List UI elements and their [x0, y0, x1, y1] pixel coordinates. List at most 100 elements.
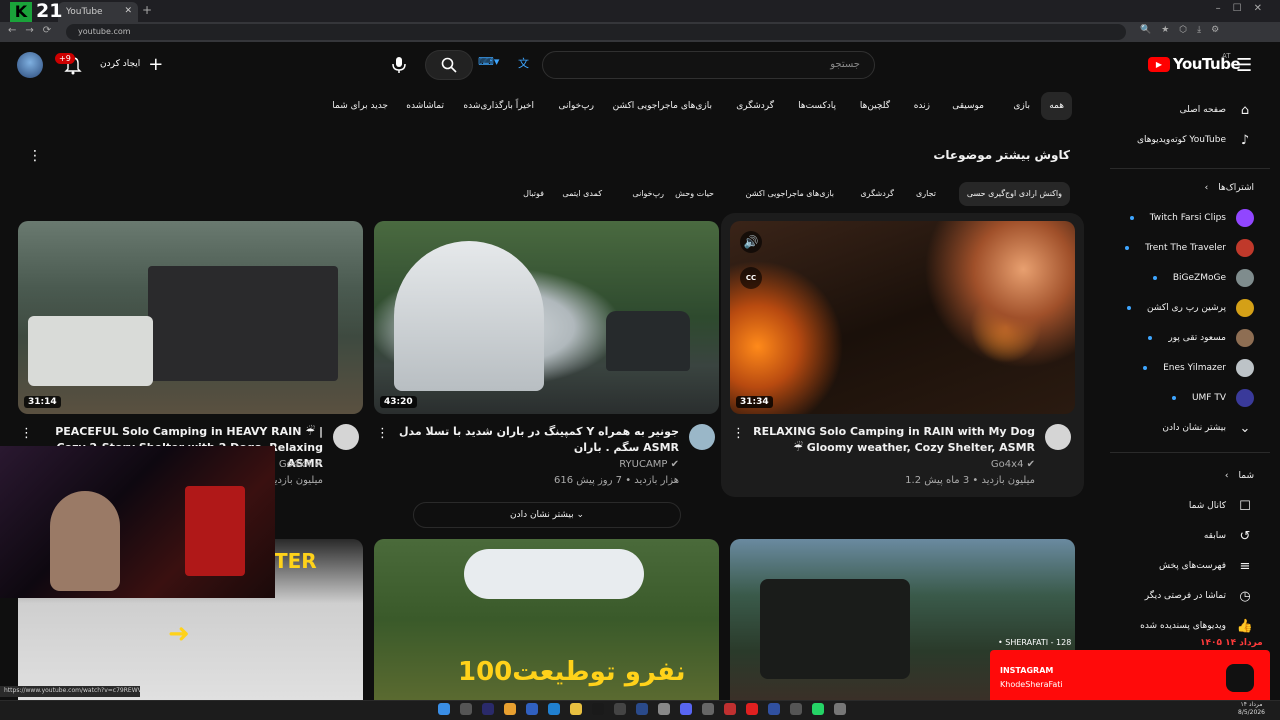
video-thumbnail[interactable]: 31:14: [18, 221, 363, 414]
show-more-button[interactable]: بیشتر نشان دادن ⌄: [413, 502, 681, 528]
chip[interactable]: پادکست‌ها: [790, 92, 844, 120]
windows-start-icon[interactable]: [438, 703, 450, 715]
sidebar-item-watch-later[interactable]: تماشا در فرصتی دیگر ◷: [1145, 584, 1254, 608]
app-icon[interactable]: [790, 703, 802, 715]
app-icon[interactable]: [834, 703, 846, 715]
clock-date: 8/5/2026: [1238, 709, 1265, 716]
chip[interactable]: رپ‌خوانی: [550, 92, 602, 120]
sidebar-item-home[interactable]: صفحه اصلی ⌂: [1180, 98, 1254, 122]
video-title[interactable]: کمپینگ در باران شدید با تسلا مدل Y جونیر…: [389, 424, 679, 456]
chrome-icon[interactable]: [504, 703, 516, 715]
topic-chips: واکنش ارادی اوج‌گیری حسی تجاری گردشگری ب…: [500, 182, 1070, 206]
topic-chip[interactable]: رپ‌خوانی: [624, 182, 672, 206]
chip[interactable]: بازی: [1005, 92, 1038, 120]
video-thumbnail[interactable]: 43:20: [374, 221, 719, 414]
sidebar-item-subscription[interactable]: مسعود تقی پور: [1148, 326, 1254, 350]
video-thumbnail[interactable]: 🔊 CC 31:34: [730, 221, 1075, 414]
topic-chip[interactable]: کمدی ایتمی: [554, 182, 610, 206]
chip[interactable]: بازی‌های ماجراجویی اکشن: [605, 92, 720, 120]
channel-name[interactable]: RYUCAMP ✔: [619, 459, 679, 470]
folder-icon[interactable]: [570, 703, 582, 715]
browser-nav-icons[interactable]: ←→⟳: [8, 25, 60, 36]
chip[interactable]: گلچین‌ها: [852, 92, 898, 120]
topic-chip[interactable]: حیات وحش: [667, 182, 722, 206]
premiere-icon[interactable]: [482, 703, 494, 715]
video-card[interactable]: 🔊 CC 31:34 RELAXING Solo Camping in RAIN…: [730, 221, 1075, 486]
browser-tab[interactable]: YouTube ✕: [58, 2, 138, 22]
topic-chip[interactable]: بازی‌های ماجراجویی اکشن: [738, 182, 842, 206]
chip[interactable]: اخیراً بارگذاری‌شده: [455, 92, 542, 120]
whatsapp-icon[interactable]: [812, 703, 824, 715]
topic-chip[interactable]: فوتبال: [515, 182, 552, 206]
chip[interactable]: گردشگری: [728, 92, 782, 120]
sidebar-item-liked[interactable]: ویدیوهای پسندیده شده 👍: [1140, 614, 1254, 638]
channel-name[interactable]: Go4x4 ✔: [279, 459, 323, 470]
channel-avatar[interactable]: [689, 424, 715, 450]
channel-avatar: [1236, 209, 1254, 227]
channel-avatar[interactable]: [333, 424, 359, 450]
channel-name[interactable]: Go4x4 ✔: [991, 459, 1035, 470]
discord-icon[interactable]: [680, 703, 692, 715]
captions-icon[interactable]: CC: [740, 267, 762, 289]
topic-chip[interactable]: واکنش ارادی اوج‌گیری حسی: [958, 182, 1070, 206]
taskbar-clock[interactable]: ۱۴ مرداد 8/5/2026: [1238, 701, 1265, 717]
app-icon[interactable]: [548, 703, 560, 715]
subscriptions-header[interactable]: ‹ اشتراک‌ها: [1205, 176, 1254, 200]
keyboard-language-icon[interactable]: ⌨▾: [478, 55, 506, 75]
video-card[interactable]: 43:20 کمپینگ در باران شدید با تسلا مدل Y…: [374, 221, 719, 486]
sidebar-item-subscription[interactable]: UMF TV: [1171, 386, 1254, 410]
search-icon[interactable]: [460, 703, 472, 715]
voice-search-button[interactable]: [386, 52, 412, 78]
sidebar-item-history[interactable]: سابقه ↺: [1204, 524, 1254, 548]
browser-extension-icons[interactable]: 🔍★⬡⤓⚙: [1140, 25, 1229, 35]
more-vert-icon[interactable]: ⋮: [20, 426, 33, 441]
app-icon[interactable]: [526, 703, 538, 715]
translate-icon[interactable]: 文: [518, 55, 540, 75]
more-vert-icon[interactable]: ⋮: [732, 426, 745, 441]
sidebar-item-subscription[interactable]: Trent The Traveler: [1125, 236, 1254, 260]
chip-all[interactable]: همه: [1041, 92, 1072, 120]
topic-chip[interactable]: تجاری: [908, 182, 944, 206]
create-button[interactable]: ایجاد کردن +: [100, 52, 163, 76]
video-thumbnail[interactable]: 100نفرو توطیعت: [374, 539, 719, 700]
sidebar-item-subscription[interactable]: Enes Yilmazer: [1143, 356, 1254, 380]
window-controls[interactable]: –☐✕: [1216, 3, 1274, 14]
volume-icon[interactable]: 🔊: [740, 231, 762, 253]
new-tab-icon[interactable]: +: [142, 3, 152, 17]
youtube-icon[interactable]: [746, 703, 758, 715]
chip[interactable]: موسیقی: [944, 92, 992, 120]
app-icon[interactable]: [592, 703, 604, 715]
video-card[interactable]: 31:14 PEACEFUL Solo Camping in HEAVY RAI…: [18, 221, 363, 486]
sidebar-item-playlists[interactable]: فهرست‌های پخش ≡: [1159, 554, 1254, 578]
tab-close-icon[interactable]: ✕: [124, 6, 132, 16]
app-icon[interactable]: [724, 703, 736, 715]
chip[interactable]: جدید برای شما: [324, 92, 396, 120]
search-input[interactable]: جستجو: [542, 51, 875, 79]
chip[interactable]: زنده: [906, 92, 938, 120]
more-vert-icon[interactable]: ⋮: [28, 148, 42, 164]
sidebar-item-your-channel[interactable]: کانال شما ☐: [1189, 494, 1254, 518]
more-vert-icon[interactable]: ⋮: [376, 426, 389, 441]
sidebar-item-subscription[interactable]: BiGeZMoGe: [1152, 266, 1254, 290]
sidebar-item-subscription[interactable]: Twitch Farsi Clips: [1129, 206, 1254, 230]
channel-avatar[interactable]: [1045, 424, 1071, 450]
pc-case-shape: [185, 486, 245, 576]
app-icon[interactable]: [768, 703, 780, 715]
app-icon[interactable]: [658, 703, 670, 715]
channel-avatar: [1236, 299, 1254, 317]
account-avatar[interactable]: [17, 52, 43, 78]
steam-icon[interactable]: [636, 703, 648, 715]
you-header[interactable]: ‹ شما: [1225, 464, 1254, 488]
app-icon[interactable]: [702, 703, 714, 715]
sidebar-item-subscription[interactable]: پرشین رپ ری اکشن: [1126, 296, 1254, 320]
sidebar-item-shorts[interactable]: کوته‌ویدیوهای YouTube ♪: [1137, 128, 1254, 152]
chip[interactable]: تماشاشده: [398, 92, 452, 120]
topic-chip[interactable]: گردشگری: [852, 182, 902, 206]
sidebar-show-more[interactable]: بیشتر نشان دادن ⌄: [1162, 416, 1254, 440]
arrow-icon: ➜: [168, 619, 190, 649]
shorts-icon: ♪: [1240, 132, 1250, 148]
app-icon[interactable]: [614, 703, 626, 715]
video-title[interactable]: RELAXING Solo Camping in RAIN with My Do…: [745, 424, 1035, 456]
search-button[interactable]: [425, 50, 473, 80]
url-field[interactable]: youtube.com: [66, 24, 1126, 40]
